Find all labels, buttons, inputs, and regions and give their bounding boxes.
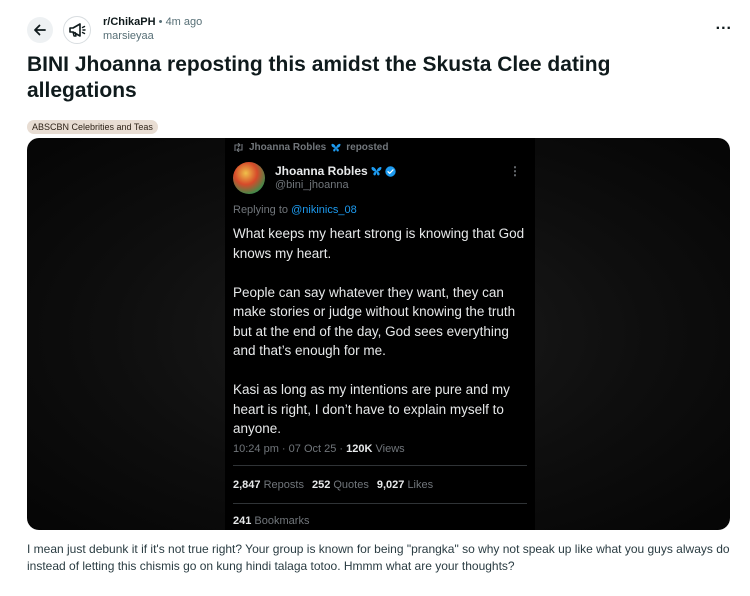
author-username[interactable]: marsieyaa [103, 29, 202, 43]
verified-badge-icon [384, 165, 396, 177]
post-body-text: I mean just debunk it if it's not true r… [27, 542, 730, 573]
post-header: r/ChikaPH • 4m ago marsieyaa ... [27, 14, 732, 48]
tweet-views-label: Views [375, 443, 405, 455]
arrow-left-icon [34, 24, 46, 36]
butterfly-icon [331, 143, 341, 152]
back-button[interactable] [27, 17, 53, 43]
tweet-likes: 9,027 Likes [376, 479, 434, 491]
more-options-button[interactable]: ... [716, 16, 732, 34]
tweet-quotes: 252 Quotes [311, 479, 369, 491]
more-dots-icon: ... [715, 16, 732, 33]
tweet-author-name: Jhoanna Robles [275, 164, 368, 178]
post-flair[interactable]: ABSCBN Celebrities and Teas [27, 120, 158, 134]
repost-suffix: reposted [346, 142, 389, 153]
tweet-stats: 2,847 Reposts 252 Quotes 9,027 Likes [233, 479, 433, 491]
meta-separator: • [158, 16, 163, 28]
megaphone-icon [69, 23, 86, 37]
post-media[interactable]: Jhoanna Robles reposted Jhoanna Robles @… [27, 138, 730, 530]
repost-line: Jhoanna Robles reposted [233, 142, 388, 153]
post-title[interactable]: BINI Jhoanna reposting this amidst the S… [27, 52, 717, 104]
tweet-divider [233, 465, 527, 466]
subreddit-link[interactable]: r/ChikaPH [103, 16, 156, 28]
replying-to: Replying to @nikinics_08 [233, 204, 357, 216]
subreddit-avatar[interactable] [63, 16, 91, 44]
tweet-avatar [233, 162, 265, 194]
tweet-paragraph: People can say whatever they want, they … [233, 284, 516, 359]
replying-mention: @nikinics_08 [291, 204, 357, 216]
tweet-reposts: 2,847 Reposts [233, 479, 304, 491]
tweet-time: 10:24 pm [233, 443, 279, 455]
tweet-body: What keeps my heart strong is knowing th… [233, 224, 529, 439]
tweet-screenshot: Jhoanna Robles reposted Jhoanna Robles @… [225, 138, 535, 530]
tweet-author-name-row: Jhoanna Robles [275, 164, 396, 178]
tweet-divider [233, 503, 527, 504]
post-time: 4m ago [165, 16, 203, 28]
repost-by: Jhoanna Robles [249, 142, 327, 153]
post-meta: r/ChikaPH • 4m ago marsieyaa [103, 15, 202, 43]
replying-prefix: Replying to [233, 204, 289, 216]
tweet-bookmarks: 241 Bookmarks [233, 515, 310, 527]
tweet-author-handle: @bini_jhoanna [275, 179, 349, 191]
tweet-paragraph: What keeps my heart strong is knowing th… [233, 226, 525, 261]
tweet-timestamp: 10:24 pm · 07 Oct 25 · 120K Views [233, 443, 405, 455]
tweet-paragraph: Kasi as long as my intentions are pure a… [233, 382, 510, 436]
butterfly-icon [371, 166, 382, 176]
tweet-views-count: 120K [346, 443, 373, 455]
repost-icon [234, 143, 243, 152]
tweet-more-icon: ⋮ [509, 164, 521, 178]
tweet-date: 07 Oct 25 [288, 443, 337, 455]
